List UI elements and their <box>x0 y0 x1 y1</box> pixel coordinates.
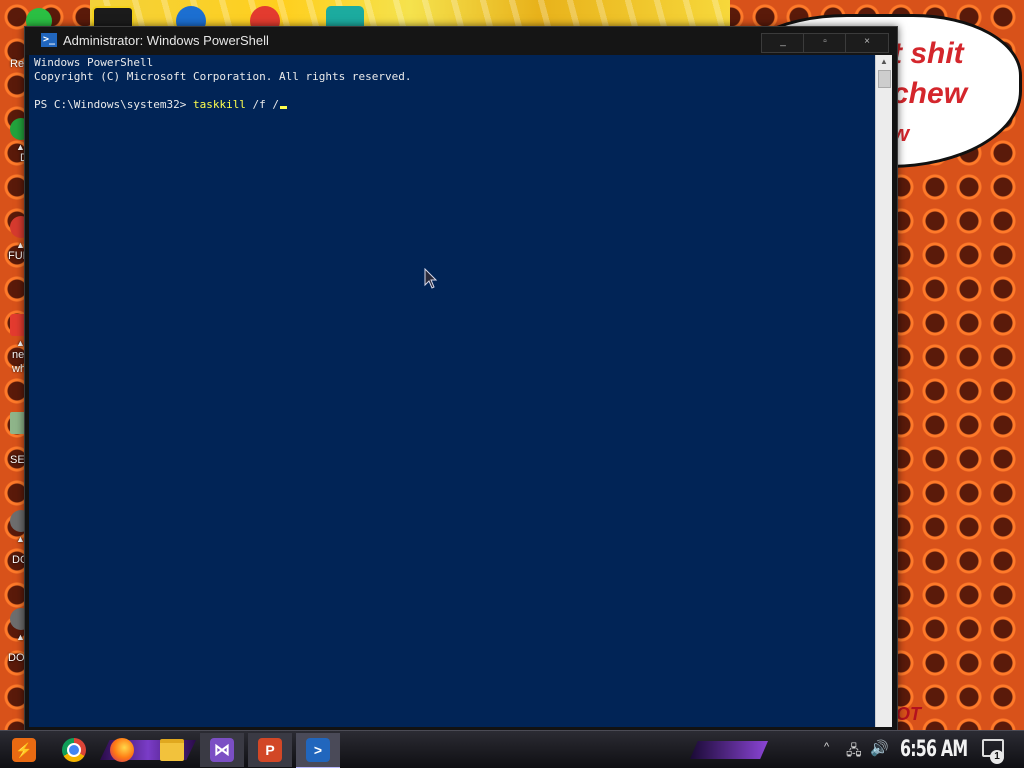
powershell-window[interactable]: >_ Administrator: Windows PowerShell _ ▫… <box>24 26 898 732</box>
chrome-icon <box>62 738 86 762</box>
taskbar-firefox-button[interactable] <box>100 733 144 767</box>
network-icon[interactable]: 🖧 <box>846 740 862 764</box>
maximize-button[interactable]: ▫ <box>803 33 847 53</box>
minimize-button[interactable]: _ <box>761 33 805 53</box>
powerpoint-icon: P <box>258 738 282 762</box>
taskbar-decoration <box>690 741 768 759</box>
powershell-icon: >_ <box>41 33 57 47</box>
console-prompt: PS C:\Windows\system32> <box>34 98 193 111</box>
visual-studio-icon: ⋈ <box>210 738 234 762</box>
notification-count-badge: 1 <box>990 750 1004 764</box>
console-copyright-line: Copyright (C) Microsoft Corporation. All… <box>34 70 412 83</box>
scroll-up-arrow-icon[interactable]: ▲ <box>876 55 892 69</box>
show-hidden-icons-chevron-icon[interactable]: ^ <box>824 741 829 753</box>
start-icon: ⚡ <box>12 738 36 762</box>
taskbar-powershell-button[interactable]: > <box>296 733 340 768</box>
shortcut-label: DO <box>8 652 25 664</box>
window-title-bar[interactable]: >_ Administrator: Windows PowerShell _ ▫… <box>25 27 897 55</box>
speech-bubble-text: t shit chew w <box>892 34 1012 154</box>
scrollbar-thumb[interactable] <box>878 70 891 88</box>
taskbar: ⚡ ⋈ P > ^ 🖧 🔊 6:56 AM 1 <box>0 730 1024 768</box>
firefox-icon <box>110 738 134 762</box>
vertical-scrollbar[interactable]: ▲ <box>875 55 892 727</box>
text-cursor <box>280 106 288 109</box>
console-header-line: Windows PowerShell <box>34 56 154 69</box>
shortcut-label: Re <box>10 58 25 70</box>
powershell-taskbar-icon: > <box>306 738 330 762</box>
volume-icon[interactable]: 🔊 <box>870 739 889 757</box>
speech-line-3: w <box>892 121 910 146</box>
console-output[interactable]: Windows PowerShell Copyright (C) Microso… <box>29 55 875 727</box>
console-prompt-line[interactable]: PS C:\Windows\system32> taskkill /f / <box>34 98 288 112</box>
start-button[interactable]: ⚡ <box>2 733 46 767</box>
taskbar-visual-studio-button[interactable]: ⋈ <box>200 733 244 767</box>
taskbar-clock[interactable]: 6:56 AM <box>900 737 968 762</box>
folder-icon <box>160 739 184 761</box>
taskbar-powerpoint-button[interactable]: P <box>248 733 292 767</box>
desktop-icon-top-5[interactable] <box>326 6 364 28</box>
taskbar-chrome-button[interactable] <box>52 733 96 767</box>
console-command: taskkill <box>192 98 246 111</box>
window-title: Administrator: Windows PowerShell <box>63 33 269 48</box>
taskbar-file-explorer-button[interactable] <box>150 733 194 767</box>
speech-line-1: t shit <box>892 37 964 70</box>
wallpaper-watermark: OT <box>896 704 921 724</box>
speech-line-2: chew <box>892 77 968 110</box>
mouse-pointer-icon <box>424 268 438 289</box>
close-button[interactable]: × <box>845 33 889 53</box>
console-command-args: /f / <box>245 98 280 111</box>
